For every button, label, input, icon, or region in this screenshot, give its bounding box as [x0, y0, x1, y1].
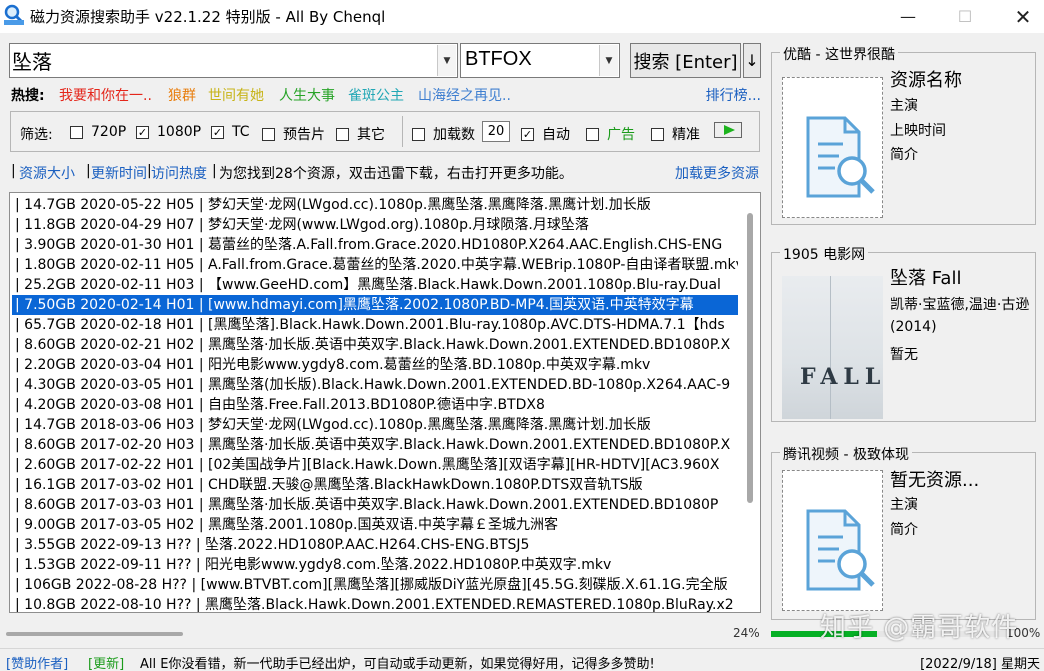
- precise-checkbox[interactable]: 精准: [651, 124, 700, 144]
- result-row[interactable]: | 2.60GB 2017-02-22 H01 | [02美国战争片][Blac…: [12, 455, 738, 475]
- result-row[interactable]: | 1.80GB 2020-02-11 H05 | A.Fall.from.Gr…: [12, 255, 738, 275]
- status-divider: |: [11, 163, 16, 179]
- cast-label: 主演: [890, 497, 918, 513]
- panel-title: 优酷 - 这世界很酷: [780, 44, 898, 64]
- auto-checkbox[interactable]: 自动: [521, 124, 570, 144]
- horizontal-scrollbar[interactable]: [6, 632, 183, 636]
- ad-checkbox[interactable]: 广告: [586, 124, 635, 144]
- result-row[interactable]: | 9.00GB 2017-03-05 H02 | 黑鹰坠落.2001.1080…: [12, 515, 738, 535]
- maximize-button[interactable]: ☐: [942, 0, 988, 33]
- result-row[interactable]: | 106GB 2022-08-28 H?? | [www.BTVBT.com]…: [12, 575, 738, 595]
- result-status-bar: | 资源大小 | 更新时间 | 访问热度 | 为您找到28个资源，双击迅雷下载，…: [11, 163, 761, 183]
- document-search-icon: [806, 116, 875, 198]
- resource-name: 资源名称: [890, 70, 962, 91]
- engine-select[interactable]: BTFOX ▼: [460, 43, 620, 78]
- movie-title: 坠落 Fall: [890, 268, 962, 289]
- resource-name: 暂无资源...: [890, 470, 980, 491]
- result-row[interactable]: | 25.2GB 2020-02-11 H03 | 【www.GeeHD.com…: [12, 275, 738, 295]
- m1905-panel: 1905 电影网 FALL 坠落 Fall 凯蒂·宝蓝德,温迪·古逊 (2014…: [771, 244, 1036, 422]
- filter-label: 筛选:: [20, 127, 53, 143]
- load-count-input[interactable]: 20: [482, 121, 510, 142]
- result-row[interactable]: | 3.55GB 2022-09-13 H?? | 坠落.2022.HD1080…: [12, 535, 738, 555]
- hot-search-item[interactable]: 山海经之再见..: [418, 85, 511, 105]
- status-divider: |: [212, 163, 217, 179]
- hot-search-item[interactable]: 世间有她: [208, 85, 264, 105]
- cast-label: 主演: [890, 98, 918, 114]
- hot-search-item[interactable]: 我要和你在一..: [59, 85, 152, 105]
- filter-other-checkbox[interactable]: 其它: [336, 124, 385, 144]
- release-time-label: 上映时间: [890, 123, 946, 139]
- hot-search-bar: 热搜: 我要和你在一.. 狼群 世间有她 人生大事 雀斑公主 山海经之再见.. …: [11, 85, 763, 105]
- youku-panel: 优酷 - 这世界很酷 资源名称 主演 上映时间 简介: [771, 44, 1036, 225]
- result-list[interactable]: | 14.7GB 2020-05-22 H05 | 梦幻天堂·龙网(LWgod.…: [9, 192, 761, 613]
- movie-cast: 凯蒂·宝蓝德,温迪·古逊: [890, 297, 1030, 313]
- result-row[interactable]: | 3.90GB 2020-01-30 H01 | 葛蕾丝的坠落.A.Fall.…: [12, 235, 738, 255]
- result-row[interactable]: | 1.53GB 2022-09-11 H?? | 阳光电影www.ygdy8.…: [12, 555, 738, 575]
- panel-title: 腾讯视频 - 极致体现: [780, 444, 912, 464]
- result-row[interactable]: | 14.7GB 2018-03-06 H03 | 梦幻天堂·龙网(LWgod.…: [12, 415, 738, 435]
- result-row[interactable]: | 4.30GB 2020-03-05 H01 | 黑鹰坠落(加长版).Blac…: [12, 375, 738, 395]
- result-row[interactable]: | 10.8GB 2022-08-10 H?? | 黑鹰坠落.Black.Haw…: [12, 595, 738, 612]
- result-row[interactable]: | 8.60GB 2017-03-03 H01 | 黑鹰坠落·加长版.英语中英双…: [12, 495, 738, 515]
- result-row[interactable]: | 65.7GB 2020-02-18 H01 | [黑鹰坠落].Black.H…: [12, 315, 738, 335]
- panel-title: 1905 电影网: [780, 244, 869, 264]
- list-scroll-percent: 24%: [733, 626, 760, 640]
- synopsis-label: 简介: [890, 522, 918, 538]
- vertical-scrollbar[interactable]: [747, 213, 753, 503]
- engine-dropdown-icon[interactable]: ▼: [599, 45, 618, 76]
- status-divider: |: [86, 163, 91, 179]
- filter-720p-checkbox[interactable]: 720P: [70, 124, 126, 140]
- poster-placeholder: [782, 470, 883, 611]
- filter-tc-checkbox[interactable]: TC: [211, 124, 250, 140]
- engine-value: BTFOX: [465, 48, 532, 70]
- watermark: 知乎 @霸哥软件: [820, 613, 1019, 643]
- ranking-link[interactable]: 排行榜...: [706, 85, 761, 105]
- filter-divider: [402, 116, 403, 147]
- result-row[interactable]: | 14.7GB 2020-05-22 H05 | 梦幻天堂·龙网(LWgod.…: [12, 195, 738, 215]
- status-message: All E你没看错，新一代助手已经出炉，可自动或手动更新，如果觉得好用，记得多多…: [140, 657, 655, 671]
- synopsis-label: 简介: [890, 147, 918, 163]
- close-button[interactable]: ✕: [1000, 0, 1044, 33]
- filter-panel: 筛选: 720P 1080P TC 预告片 其它 加载数 20 自动 广告 精准: [10, 111, 760, 152]
- hot-search-item[interactable]: 人生大事: [279, 85, 335, 105]
- document-search-icon: [806, 509, 875, 591]
- update-link[interactable]: [更新]: [88, 653, 124, 671]
- search-history-dropdown-icon[interactable]: ▼: [437, 45, 456, 76]
- search-combobox[interactable]: ▼: [9, 43, 458, 78]
- magnet-search-icon: [4, 4, 24, 25]
- result-count-message: 为您找到28个资源，双击迅雷下载，右击打开更多功能。: [219, 166, 573, 182]
- hot-search-item[interactable]: 雀斑公主: [348, 85, 404, 105]
- play-icon[interactable]: [714, 122, 742, 138]
- status-bar: [赞助作者] [更新] All E你没看错，新一代助手已经出炉，可自动或手动更新…: [0, 648, 1044, 671]
- title-bar: 磁力资源搜索助手 v22.1.22 特别版 - All By Chenql — …: [0, 0, 1044, 33]
- search-input[interactable]: [12, 46, 432, 75]
- movie-year: (2014): [890, 319, 937, 335]
- result-row[interactable]: | 7.50GB 2020-02-14 H01 | [www.hdmayi.co…: [12, 295, 738, 315]
- sort-by-time-link[interactable]: 更新时间: [91, 163, 147, 183]
- result-row[interactable]: | 2.20GB 2020-03-04 H01 | 阳光电影www.ygdy8.…: [12, 355, 738, 375]
- load-more-link[interactable]: 加载更多资源: [675, 163, 759, 183]
- tencent-panel: 腾讯视频 - 极致体现 暂无资源... 主演 简介: [771, 444, 1036, 620]
- sort-order-button[interactable]: ↓: [743, 43, 761, 78]
- poster-placeholder: [782, 77, 883, 218]
- hot-search-label: 热搜:: [11, 88, 45, 104]
- sponsor-link[interactable]: [赞助作者]: [6, 653, 68, 671]
- filter-trailer-checkbox[interactable]: 预告片: [262, 124, 325, 144]
- minimize-button[interactable]: —: [885, 0, 931, 33]
- movie-poster[interactable]: FALL: [782, 276, 883, 419]
- movie-synopsis: 暂无: [890, 347, 918, 363]
- window-title: 磁力资源搜索助手 v22.1.22 特别版 - All By Chenql: [30, 8, 386, 26]
- result-row[interactable]: | 8.60GB 2020-02-21 H02 | 黑鹰坠落·加长版.英语中英双…: [12, 335, 738, 355]
- result-row[interactable]: | 11.8GB 2020-04-29 H07 | 梦幻天堂·龙网(www.LW…: [12, 215, 738, 235]
- filter-1080p-checkbox[interactable]: 1080P: [136, 124, 201, 140]
- sort-by-heat-link[interactable]: 访问热度: [151, 163, 207, 183]
- search-button[interactable]: 搜索 [Enter]: [630, 43, 741, 78]
- hot-search-item[interactable]: 狼群: [168, 85, 196, 105]
- result-row[interactable]: | 8.60GB 2017-02-20 H03 | 黑鹰坠落·加长版.英语中英双…: [12, 435, 738, 455]
- status-date: [2022/9/18] 星期天: [920, 657, 1040, 671]
- sort-by-size-link[interactable]: 资源大小: [19, 163, 75, 183]
- result-row[interactable]: | 4.20GB 2020-03-08 H01 | 自由坠落.Free.Fall…: [12, 395, 738, 415]
- load-count-checkbox[interactable]: 加载数: [412, 124, 475, 144]
- result-row[interactable]: | 16.1GB 2017-03-02 H01 | CHD联盟.天骏@黑鹰坠落.…: [12, 475, 738, 495]
